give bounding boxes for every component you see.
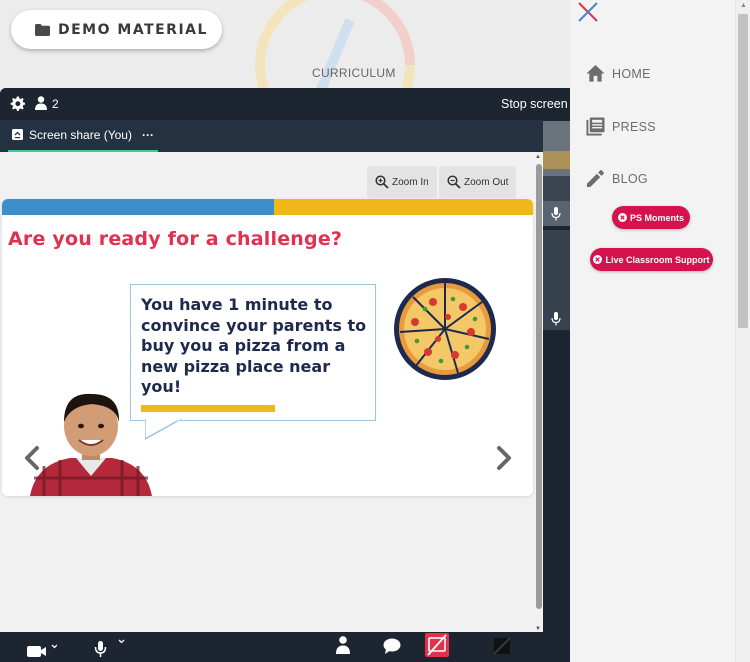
- microphone-icon: [551, 312, 561, 326]
- slide-previous-arrow[interactable]: [22, 445, 42, 471]
- presentation-slide: Are you ready for a challenge? You have …: [2, 199, 533, 496]
- camera-icon[interactable]: [27, 642, 57, 658]
- share-screen-off-icon[interactable]: [425, 633, 449, 657]
- pizza-illustration: [394, 278, 496, 380]
- nav-item-press[interactable]: PRESS: [586, 117, 656, 136]
- participants-icon[interactable]: [35, 96, 47, 110]
- nav-item-blog-label: BLOG: [612, 171, 648, 186]
- tab-bar: Screen share (You) ···: [0, 120, 543, 152]
- tab-screen-share-label: Screen share (You): [29, 128, 132, 142]
- microphone-toggle-icon[interactable]: [94, 637, 128, 657]
- zoom-in-icon: [375, 175, 389, 189]
- zoom-out-button[interactable]: Zoom Out: [439, 166, 517, 198]
- nav-item-home-label: HOME: [612, 66, 651, 81]
- tab-screen-share[interactable]: Screen share (You) ···: [8, 120, 158, 152]
- press-icon: [586, 117, 605, 136]
- folder-icon: [35, 23, 50, 36]
- side-navigation-panel: HOME PRESS BLOG PS Moments Live Classroo…: [570, 0, 735, 662]
- more-icon[interactable]: [494, 638, 510, 654]
- live-classroom-support-label: Live Classroom Support: [605, 254, 710, 265]
- zoom-out-label: Zoom Out: [464, 176, 509, 188]
- video-feed-thumbnail: [543, 121, 570, 201]
- participants-list-icon[interactable]: [336, 636, 350, 654]
- slide-next-arrow[interactable]: [494, 445, 514, 471]
- demo-material-label: DEMO MATERIAL: [58, 21, 208, 38]
- slide-title: Are you ready for a challenge?: [8, 228, 343, 250]
- ps-moments-label: PS Moments: [629, 212, 684, 223]
- scrollbar-thumb[interactable]: [536, 164, 542, 609]
- speech-bubble: You have 1 minute to convince your paren…: [130, 284, 376, 421]
- meeting-topbar: 2 Stop screen: [0, 88, 570, 120]
- meeting-controls: [0, 632, 570, 662]
- demo-material-button[interactable]: DEMO MATERIAL: [11, 10, 222, 49]
- page-scrollbar-thumb[interactable]: [738, 14, 748, 328]
- nav-item-home[interactable]: HOME: [586, 64, 651, 83]
- gear-icon[interactable]: [10, 96, 25, 111]
- slide-header-bar-blue: [2, 199, 274, 215]
- chat-icon[interactable]: [383, 638, 401, 654]
- live-classroom-support-button[interactable]: Live Classroom Support: [590, 248, 713, 271]
- video-tile-self[interactable]: [543, 121, 570, 226]
- stop-screen-share-button[interactable]: Stop screen: [501, 97, 568, 111]
- page-scroll-up-icon[interactable]: ▲: [740, 2, 747, 9]
- student-photo: [30, 393, 152, 496]
- speech-bubble-underline: [141, 405, 275, 412]
- section-title: CURRICULUM: [312, 66, 396, 80]
- slide-header-bar-yellow: [274, 199, 533, 215]
- page-scrollbar[interactable]: ▲: [735, 0, 750, 662]
- meeting-window: 2 Stop screen Screen share (You) ··· ▲ ▼…: [0, 88, 570, 662]
- screen-share-icon: [12, 129, 23, 140]
- zoom-in-label: Zoom In: [392, 176, 429, 188]
- ps-moments-button[interactable]: PS Moments: [612, 206, 690, 229]
- speech-bubble-text: You have 1 minute to convince your paren…: [141, 295, 367, 396]
- shared-screen-scrollbar[interactable]: ▲ ▼: [533, 152, 543, 632]
- tab-more-button[interactable]: ···: [142, 128, 154, 142]
- zoom-in-button[interactable]: Zoom In: [367, 166, 437, 198]
- nav-item-press-label: PRESS: [612, 119, 656, 134]
- microphone-icon: [551, 207, 561, 221]
- nav-item-blog[interactable]: BLOG: [586, 169, 648, 188]
- close-circle-icon: [617, 213, 627, 222]
- participant-count: 2: [52, 97, 59, 111]
- home-icon: [586, 64, 605, 82]
- scroll-up-icon[interactable]: ▲: [535, 154, 541, 160]
- close-circle-icon: [593, 255, 603, 264]
- zoom-out-icon: [447, 175, 461, 189]
- close-icon[interactable]: [577, 1, 599, 23]
- pencil-icon: [586, 170, 604, 188]
- video-tile-participant[interactable]: [543, 230, 570, 330]
